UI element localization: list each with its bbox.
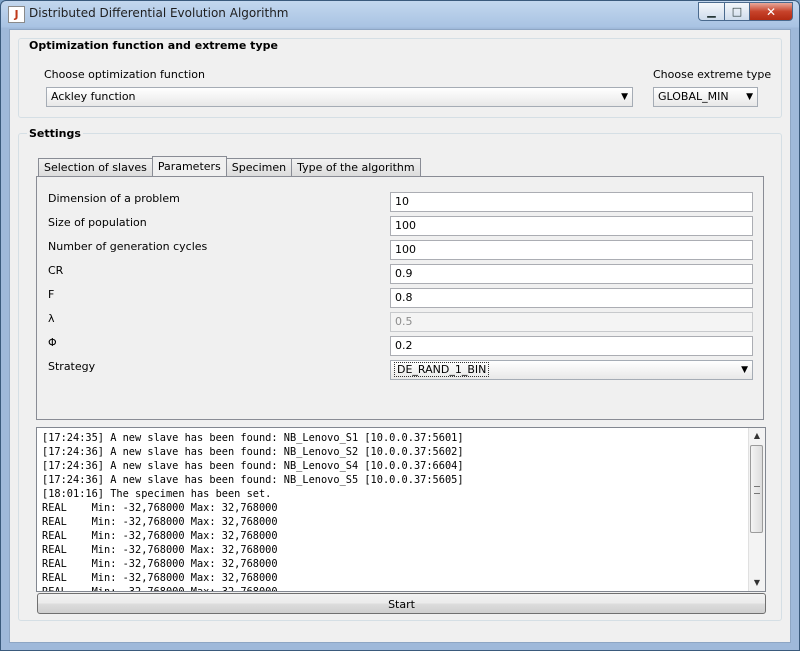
- log-line: [17:24:36] A new slave has been found: N…: [42, 460, 464, 472]
- chevron-down-icon: ▼: [741, 365, 748, 375]
- log-line: [17:24:36] A new slave has been found: N…: [42, 446, 464, 458]
- window-title: Distributed Differential Evolution Algor…: [29, 6, 289, 20]
- dimension-label: Dimension of a problem: [48, 192, 180, 205]
- log-line: [18:01:16] The specimen has been set.: [42, 488, 272, 500]
- lambda-field: 0.5: [390, 312, 753, 332]
- client-area: Optimization function and extreme type C…: [9, 29, 791, 643]
- strategy-select[interactable]: DE_RAND_1_BIN ▼: [390, 360, 753, 380]
- population-size-label: Size of population: [48, 216, 147, 229]
- chevron-down-icon: ▼: [746, 92, 753, 102]
- settings-tabs: Selection of slaves Parameters Specimen …: [38, 156, 421, 177]
- maximize-button[interactable]: □: [725, 2, 750, 21]
- title-bar[interactable]: J Distributed Differential Evolution Alg…: [1, 1, 799, 29]
- log-line: REAL Min: -32,768000 Max: 32,768000: [42, 572, 278, 584]
- extreme-type-value: GLOBAL_MIN: [658, 90, 729, 103]
- log-line: REAL Min: -32,768000 Max: 32,768000: [42, 544, 278, 556]
- log-line: REAL Min: -32,768000 Max: 32,768000: [42, 502, 278, 514]
- settings-group-title: Settings: [27, 127, 83, 140]
- scroll-up-icon[interactable]: ▲: [749, 428, 765, 444]
- strategy-select-value: DE_RAND_1_BIN: [393, 362, 490, 377]
- phi-field[interactable]: 0.2: [390, 336, 753, 356]
- extreme-type-label: Choose extreme type: [653, 68, 772, 81]
- lambda-label: λ: [48, 312, 55, 325]
- function-select-value: Ackley function: [51, 90, 136, 103]
- log-line: REAL Min: -32,768000 Max: 32,768000: [42, 530, 278, 542]
- f-label: F: [48, 288, 55, 301]
- function-select[interactable]: Ackley function ▼: [46, 87, 633, 107]
- log-text: [17:24:35] A new slave has been found: N…: [42, 431, 464, 592]
- log-scrollbar[interactable]: ▲ ▼: [748, 428, 765, 591]
- log-line: REAL Min: -32,768000 Max: 32,768000: [42, 558, 278, 570]
- tab-selection-of-slaves[interactable]: Selection of slaves: [38, 158, 153, 176]
- java-app-icon: J: [8, 6, 25, 23]
- grip-icon: [754, 486, 760, 494]
- minimize-button[interactable]: ▁: [698, 2, 725, 21]
- tab-parameters[interactable]: Parameters: [151, 156, 227, 176]
- close-button[interactable]: ✕: [750, 2, 793, 21]
- maximize-icon: □: [731, 5, 743, 18]
- f-field[interactable]: 0.8: [390, 288, 753, 308]
- log-line: REAL Min: -32,768000 Max: 32,768000: [42, 586, 278, 592]
- optimization-group-title: Optimization function and extreme type: [27, 39, 280, 52]
- tab-type-of-algorithm[interactable]: Type of the algorithm: [291, 158, 421, 176]
- log-textarea[interactable]: [17:24:35] A new slave has been found: N…: [36, 427, 766, 592]
- start-button[interactable]: Start: [37, 593, 766, 614]
- dimension-field[interactable]: 10: [390, 192, 753, 212]
- window-controls: ▁ □ ✕: [698, 2, 793, 21]
- scroll-down-icon[interactable]: ▼: [749, 575, 765, 591]
- scroll-thumb[interactable]: [750, 445, 763, 533]
- parameters-panel: Dimension of a problem 10 Size of popula…: [36, 176, 764, 420]
- generation-cycles-field[interactable]: 100: [390, 240, 753, 260]
- app-window: J Distributed Differential Evolution Alg…: [0, 0, 800, 651]
- cr-label: CR: [48, 264, 64, 277]
- generation-cycles-label: Number of generation cycles: [48, 240, 208, 253]
- minimize-icon: ▁: [707, 5, 716, 18]
- extreme-type-select[interactable]: GLOBAL_MIN ▼: [653, 87, 758, 107]
- log-line: [17:24:36] A new slave has been found: N…: [42, 474, 464, 486]
- cr-field[interactable]: 0.9: [390, 264, 753, 284]
- phi-label: Φ: [48, 336, 57, 349]
- function-label: Choose optimization function: [44, 68, 205, 81]
- log-line: [17:24:35] A new slave has been found: N…: [42, 432, 464, 444]
- tab-specimen[interactable]: Specimen: [225, 158, 293, 176]
- chevron-down-icon: ▼: [621, 92, 628, 102]
- strategy-label: Strategy: [48, 360, 96, 373]
- close-icon: ✕: [765, 4, 777, 19]
- population-size-field[interactable]: 100: [390, 216, 753, 236]
- log-line: REAL Min: -32,768000 Max: 32,768000: [42, 516, 278, 528]
